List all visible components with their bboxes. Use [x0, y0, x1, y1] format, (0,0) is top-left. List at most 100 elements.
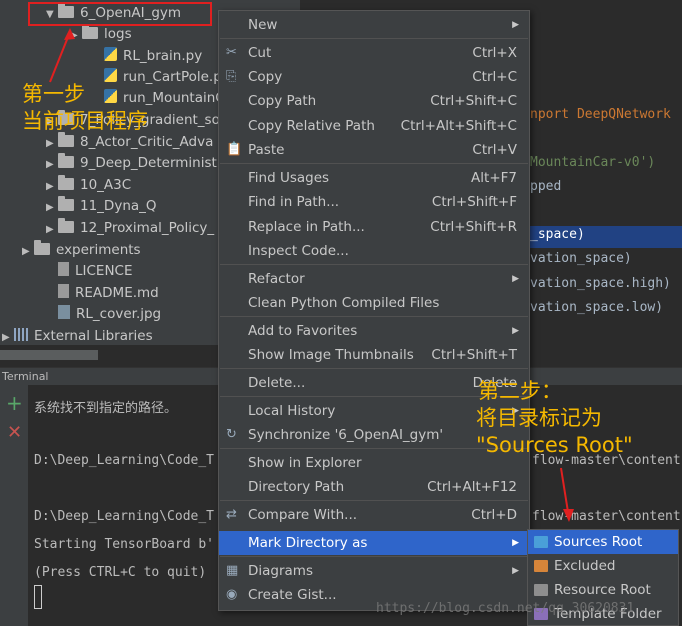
cut-icon: ✂ [226, 45, 237, 60]
menu-item-label: Directory Path [248, 479, 345, 495]
terminal-title: Terminal [2, 370, 49, 383]
context-menu: New ▶ ✂ Cut Ctrl+X ⎘ Copy Ctrl+C Copy Path Ctrl+S… [218, 10, 530, 611]
tree-item[interactable]: RL_cover.jpg [46, 303, 161, 325]
tree-item[interactable]: ▶ logs [70, 23, 132, 45]
tree-item[interactable]: ▶ 12_Proximal_Policy_ [46, 217, 214, 239]
code-line: vation_space) [530, 251, 632, 266]
menu-item-label: Copy Path [248, 93, 317, 109]
step2-annotation: 第二步： [478, 379, 562, 403]
submenu-arrow-icon: ▶ [512, 326, 519, 336]
code-line: pped [530, 179, 562, 194]
tree-item[interactable]: run_CartPole.py [92, 66, 230, 88]
terminal-line: D:\Deep_Learning\Code_T [34, 453, 215, 468]
menu-item-label: Cut [248, 45, 272, 61]
menu-item-clean-python-compiled-files[interactable]: Clean Python Compiled Files [219, 291, 529, 315]
menu-shortcut: Alt+F7 [471, 170, 517, 186]
tree-item[interactable]: ▶ External Libraries [2, 325, 153, 345]
menu-item-find-in-path[interactable]: Find in Path... Ctrl+Shift+F [219, 190, 529, 214]
menu-separator [220, 264, 528, 265]
menu-shortcut: Ctrl+C [472, 69, 517, 85]
menu-shortcut: Ctrl+X [472, 45, 517, 61]
code-line: vation_space.low) [530, 300, 664, 315]
menu-item-cut[interactable]: ✂ Cut Ctrl+X [219, 41, 529, 65]
menu-item-diagrams[interactable]: ▦ Diagrams ▶ [219, 559, 529, 583]
tree-item-label: 8_Actor_Critic_Adva [80, 134, 214, 150]
menu-item-new[interactable]: New ▶ [219, 13, 529, 37]
expand-arrow-icon[interactable]: ▶ [46, 154, 58, 176]
expand-arrow-icon[interactable]: ▶ [22, 241, 34, 263]
menu-separator [220, 500, 528, 501]
terminal-line: 系统找不到指定的路径。 [34, 401, 178, 416]
menu-shortcut: Ctrl+Alt+F12 [427, 479, 517, 495]
menu-item-refactor[interactable]: Refactor ▶ [219, 267, 529, 291]
submenu-item-resource-root[interactable]: Resource Root [528, 578, 678, 602]
compare-icon: ⇄ [226, 507, 237, 522]
tree-item[interactable]: ▶ experiments [22, 239, 141, 261]
step2-annotation-detail: 将目录标记为 [476, 406, 602, 430]
python-file-icon [104, 47, 117, 61]
paste-icon: 📋 [226, 142, 243, 157]
menu-item-paste[interactable]: 📋 Paste Ctrl+V [219, 138, 529, 162]
submenu-item-label: Sources Root [554, 534, 643, 550]
tree-item[interactable]: ▶ 11_Dyna_Q [46, 195, 157, 217]
submenu-item-excluded[interactable]: Excluded [528, 554, 678, 578]
expand-arrow-icon[interactable]: ▶ [70, 25, 82, 47]
menu-item-label: Find in Path... [248, 194, 340, 210]
tree-item-label: run_CartPole.py [123, 69, 230, 85]
tree-item-label: logs [104, 26, 132, 42]
menu-item-label: Delete... [248, 375, 306, 391]
menu-shortcut: Ctrl+Shift+R [430, 219, 517, 235]
menu-item-find-usages[interactable]: Find Usages Alt+F7 [219, 166, 529, 190]
tree-item[interactable]: RL_brain.py [92, 45, 202, 67]
terminal-line-fragment: flow-master\content [532, 509, 681, 524]
submenu-item-label: Resource Root [554, 582, 651, 598]
menu-item-mark-directory-as[interactable]: Mark Directory as ▶ [219, 531, 529, 555]
tree-item[interactable]: README.md [46, 282, 159, 304]
selection-highlight-box [28, 2, 212, 26]
menu-item-label: Copy [248, 69, 283, 85]
menu-item-replace-in-path[interactable]: Replace in Path... Ctrl+Shift+R [219, 215, 529, 239]
tree-item[interactable]: run_MountainCar [92, 87, 239, 109]
menu-item-copy[interactable]: ⎘ Copy Ctrl+C [219, 65, 529, 89]
menu-item-show-image-thumbnails[interactable]: Show Image Thumbnails Ctrl+Shift+T [219, 343, 529, 367]
menu-item-label: Replace in Path... [248, 219, 365, 235]
horizontal-scrollbar[interactable] [0, 350, 98, 360]
menu-item-label: Refactor [248, 271, 305, 287]
menu-item-copy-relative-path[interactable]: Copy Relative Path Ctrl+Alt+Shift+C [219, 114, 529, 138]
submenu-arrow-icon: ▶ [512, 538, 519, 548]
tree-item[interactable]: LICENCE [46, 260, 133, 282]
menu-item-label: Compare With... [248, 507, 358, 523]
expand-arrow-icon[interactable]: ▶ [2, 327, 14, 345]
python-file-icon [104, 68, 117, 82]
folder-icon [58, 153, 74, 168]
tree-item[interactable]: ▶ 8_Actor_Critic_Adva [46, 131, 213, 153]
menu-item-compare-with[interactable]: ⇄ Compare With... Ctrl+D [219, 503, 529, 527]
close-terminal-icon[interactable]: ✕ [7, 423, 22, 443]
menu-item-add-to-favorites[interactable]: Add to Favorites ▶ [219, 319, 529, 343]
submenu-item-sources-root[interactable]: Sources Root [528, 530, 678, 554]
menu-item-label: Show in Explorer [248, 455, 362, 471]
menu-shortcut: Ctrl+Alt+Shift+C [400, 118, 517, 134]
library-icon [14, 328, 28, 341]
expand-arrow-icon[interactable]: ▶ [46, 219, 58, 241]
tree-item-label: experiments [56, 242, 141, 258]
submenu-arrow-icon: ▶ [512, 20, 519, 30]
menu-item-label: Synchronize '6_OpenAI_gym' [248, 427, 444, 443]
menu-item-inspect-code[interactable]: Inspect Code... [219, 239, 529, 263]
expand-arrow-icon[interactable]: ▶ [46, 197, 58, 219]
tree-item[interactable]: ▶ 9_Deep_Determinist [46, 152, 217, 174]
tree-item-label: 12_Proximal_Policy_ [80, 220, 215, 236]
folder-icon [58, 132, 74, 147]
tree-item-label: README.md [75, 285, 159, 301]
sync-icon: ↻ [226, 427, 237, 442]
menu-item-copy-path[interactable]: Copy Path Ctrl+Shift+C [219, 89, 529, 113]
menu-shortcut: Ctrl+V [472, 142, 517, 158]
tree-item[interactable]: ▶ 10_A3C [46, 174, 131, 196]
python-file-icon [104, 89, 117, 103]
image-file-icon [58, 305, 70, 319]
step1-annotation: 第一步 [22, 82, 85, 106]
menu-item-directory-path[interactable]: Directory Path Ctrl+Alt+F12 [219, 475, 529, 499]
add-terminal-icon[interactable]: + [6, 393, 23, 413]
menu-separator [220, 556, 528, 557]
terminal-cursor [34, 585, 42, 609]
